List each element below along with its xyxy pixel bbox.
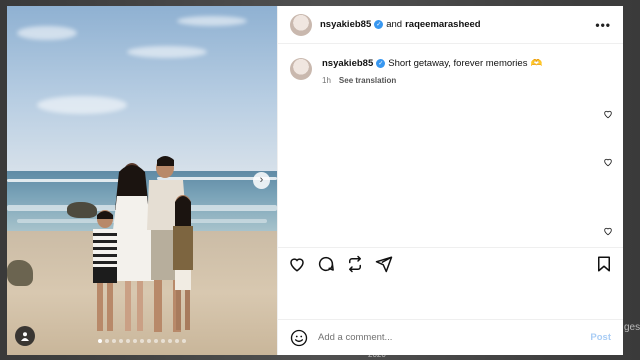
carousel-dot: [98, 339, 102, 343]
carousel-dot: [161, 339, 165, 343]
boy-figure: [93, 210, 117, 331]
carousel-dot: [105, 339, 109, 343]
carousel-dot: [168, 339, 172, 343]
heart-icon[interactable]: [603, 109, 613, 119]
coauthor-username[interactable]: raqeemarasheed: [405, 19, 481, 30]
comment-input[interactable]: Add a comment...: [318, 332, 590, 343]
caption-username[interactable]: nsyakieb85: [322, 58, 373, 69]
post-timestamp[interactable]: 1h: [322, 76, 331, 85]
post-actions: [278, 247, 623, 279]
comment-bar: Add a comment... Post: [278, 319, 623, 355]
cloud: [37, 96, 127, 114]
emoji-icon[interactable]: [290, 329, 308, 347]
cloud: [177, 16, 247, 26]
author-connector: and: [386, 19, 403, 30]
carousel-dot: [154, 339, 158, 343]
share-icon[interactable]: [375, 255, 393, 273]
post-authors: nsyakieb85 ✓ and raqeemarasheed: [320, 19, 481, 30]
bookmark-icon[interactable]: [595, 255, 613, 273]
carousel-indicator: [7, 339, 277, 343]
user-tag-button[interactable]: [15, 326, 35, 346]
carousel-dot: [133, 339, 137, 343]
avatar[interactable]: [290, 13, 312, 36]
carousel-dot: [126, 339, 130, 343]
heart-icon[interactable]: [603, 226, 613, 236]
carousel-dot: [147, 339, 151, 343]
post-side-panel: nsyakieb85 ✓ and raqeemarasheed ••• nsya…: [277, 6, 623, 355]
backdrop-text-right: ges: [624, 322, 640, 333]
carousel-dot: [140, 339, 144, 343]
see-translation-link[interactable]: See translation: [339, 76, 396, 85]
author-username[interactable]: nsyakieb85: [320, 19, 371, 30]
post-header: nsyakieb85 ✓ and raqeemarasheed •••: [278, 6, 623, 44]
post-comment-button[interactable]: Post: [590, 332, 611, 343]
comment-icon[interactable]: [317, 255, 335, 273]
repost-icon[interactable]: [346, 255, 364, 273]
more-options-icon[interactable]: •••: [595, 18, 611, 32]
avatar[interactable]: [290, 58, 312, 80]
heart-icon[interactable]: [288, 255, 306, 273]
post-modal: › nsyakieb85 ✓ and raqeemarasheed ••• ns…: [7, 6, 623, 355]
comments-section: nsyakieb85 ✓ Short getaway, forever memo…: [278, 44, 623, 247]
post-caption: nsyakieb85 ✓ Short getaway, forever memo…: [278, 44, 623, 85]
carousel-dot: [182, 339, 186, 343]
post-media[interactable]: ›: [7, 6, 277, 355]
carousel-dot: [119, 339, 123, 343]
cloud: [17, 26, 77, 40]
chevron-right-icon: ›: [259, 174, 264, 186]
caption-emoji: 🫶: [530, 58, 543, 69]
carousel-next-button[interactable]: ›: [253, 172, 270, 189]
cloud: [127, 46, 207, 58]
verified-badge-icon: ✓: [374, 20, 384, 29]
carousel-dot: [112, 339, 116, 343]
verified-badge-icon: ✓: [376, 59, 386, 68]
caption-text: Short getaway, forever memories: [388, 58, 528, 69]
rock: [7, 260, 33, 286]
heart-icon[interactable]: [603, 157, 613, 167]
carousel-dot: [175, 339, 179, 343]
